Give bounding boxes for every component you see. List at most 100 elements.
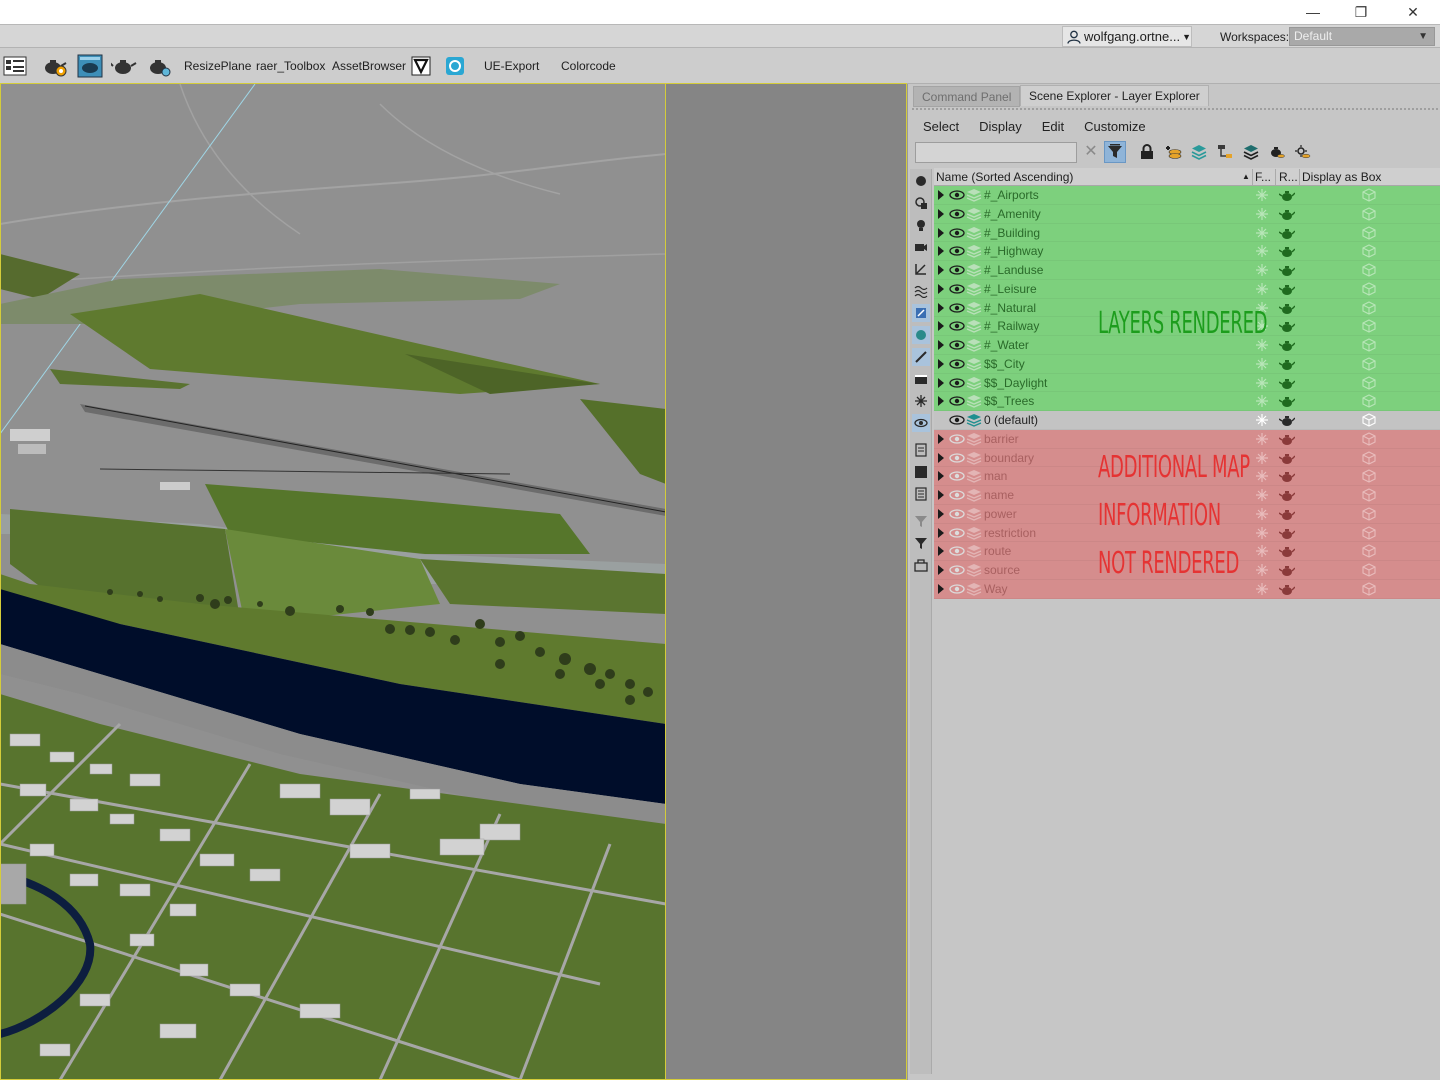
v-logo-icon[interactable]: [408, 53, 434, 79]
colorcode-button[interactable]: Colorcode: [561, 59, 616, 73]
geometry-filter-icon[interactable]: [912, 172, 930, 190]
minimize-button[interactable]: —: [1290, 0, 1336, 24]
layer-row[interactable]: #_Airports: [934, 186, 1440, 205]
layer-name[interactable]: barrier: [984, 432, 1019, 446]
layer-name[interactable]: #_Natural: [984, 301, 1036, 315]
layers-icon[interactable]: [1240, 141, 1262, 163]
visibility-eye-icon[interactable]: [949, 563, 965, 577]
expand-arrow-icon[interactable]: [938, 583, 944, 594]
render-toggle-icon[interactable]: [1278, 282, 1296, 296]
spacewarps-filter-icon[interactable]: [912, 282, 930, 300]
layer-row[interactable]: $$_Daylight: [934, 373, 1440, 393]
visibility-eye-icon[interactable]: [949, 338, 965, 352]
layer-name[interactable]: $$_Trees: [984, 394, 1034, 408]
display-as-box-icon[interactable]: [1362, 225, 1376, 240]
render-toggle-icon[interactable]: [1278, 432, 1296, 446]
expand-arrow-icon[interactable]: [938, 396, 944, 407]
layer-stack-icon[interactable]: [1188, 141, 1210, 163]
funnel-icon[interactable]: [912, 534, 930, 552]
visibility-eye-icon[interactable]: [949, 263, 965, 277]
freeze-toggle-icon[interactable]: [1255, 357, 1269, 371]
layer-name[interactable]: #_Highway: [984, 244, 1043, 258]
layer-row[interactable]: #_Highway: [934, 242, 1440, 261]
display-as-box-icon[interactable]: [1362, 375, 1376, 390]
layer-name[interactable]: route: [984, 544, 1011, 558]
ue-export-button[interactable]: UE-Export: [484, 59, 539, 73]
empty-viewport-area[interactable]: [666, 84, 906, 1080]
menu-customize[interactable]: Customize: [1074, 118, 1155, 136]
layer-name[interactable]: name: [984, 488, 1014, 502]
visibility-eye-icon[interactable]: [949, 488, 965, 502]
expand-arrow-icon[interactable]: [938, 190, 944, 200]
expand-arrow-icon[interactable]: [938, 471, 944, 482]
freeze-toggle-icon[interactable]: [1255, 582, 1269, 596]
display-as-box-icon[interactable]: [1362, 357, 1376, 371]
freeze-toggle-icon[interactable]: [1255, 469, 1269, 483]
layer-row[interactable]: Way: [934, 579, 1440, 599]
layer-name[interactable]: source: [984, 563, 1020, 577]
display-as-box-icon[interactable]: [1362, 207, 1376, 221]
expand-arrow-icon[interactable]: [938, 340, 944, 350]
display-as-box-icon[interactable]: [1362, 563, 1376, 577]
display-as-box-icon[interactable]: [1362, 263, 1376, 277]
render-toggle-icon[interactable]: [1278, 563, 1296, 577]
render-toggle-icon[interactable]: [1278, 582, 1296, 596]
funnel-settings-icon[interactable]: [912, 512, 930, 530]
layer-name[interactable]: #_Amenity: [984, 207, 1041, 221]
visibility-eye-icon[interactable]: [949, 207, 965, 221]
expand-arrow-icon[interactable]: [938, 527, 944, 538]
render-toggle-icon[interactable]: [1278, 263, 1296, 277]
layer-row[interactable]: #_Landuse: [934, 261, 1440, 280]
expand-arrow-icon[interactable]: [938, 358, 944, 369]
layer-row[interactable]: barrier: [934, 429, 1440, 449]
filter-icon[interactable]: [1104, 141, 1126, 163]
expand-arrow-icon[interactable]: [938, 265, 944, 275]
tab-scene-explorer[interactable]: Scene Explorer - Layer Explorer: [1020, 85, 1209, 106]
freeze-toggle-icon[interactable]: [1255, 226, 1269, 240]
render-toggle-icon[interactable]: [1278, 451, 1296, 465]
document-filter-icon[interactable]: [912, 441, 930, 459]
hidden-filter-icon[interactable]: [912, 414, 930, 432]
helpers-filter-icon[interactable]: [912, 260, 930, 278]
lights-filter-icon[interactable]: [912, 216, 930, 234]
layer-name[interactable]: restriction: [984, 526, 1036, 540]
teapot-settings-icon[interactable]: [42, 53, 68, 79]
layer-name[interactable]: power: [984, 507, 1017, 521]
display-as-box-icon[interactable]: [1362, 469, 1376, 483]
layer-name[interactable]: Way: [984, 582, 1008, 596]
display-as-box-icon[interactable]: [1362, 338, 1376, 352]
expand-arrow-icon[interactable]: [938, 508, 944, 519]
visibility-eye-icon[interactable]: [949, 319, 965, 333]
layout-icon[interactable]: [2, 53, 28, 79]
user-account-dropdown[interactable]: wolfgang.ortne... ▼: [1062, 26, 1192, 47]
list-filter-icon[interactable]: [912, 485, 930, 503]
expand-arrow-icon[interactable]: [938, 227, 944, 238]
layer-name[interactable]: man: [984, 469, 1007, 483]
expand-arrow-icon[interactable]: [938, 321, 944, 332]
expand-arrow-icon[interactable]: [938, 302, 944, 313]
render-toggle-icon[interactable]: [1278, 507, 1296, 521]
perspective-viewport[interactable]: [0, 84, 666, 1080]
menu-select[interactable]: Select: [913, 118, 969, 136]
menu-display[interactable]: Display: [969, 118, 1032, 136]
freeze-toggle-icon[interactable]: [1255, 188, 1269, 202]
freeze-toggle-icon[interactable]: [1255, 488, 1269, 502]
layer-name[interactable]: #_Airports: [984, 188, 1039, 202]
layer-row[interactable]: $$_Trees: [934, 392, 1440, 411]
render-toggle-icon[interactable]: [1278, 357, 1296, 371]
circle-logo-icon[interactable]: [442, 53, 468, 79]
freeze-toggle-icon[interactable]: [1255, 282, 1269, 296]
visibility-eye-icon[interactable]: [949, 394, 965, 408]
visibility-eye-icon[interactable]: [949, 357, 965, 371]
visibility-eye-icon[interactable]: [949, 582, 965, 596]
freeze-toggle-icon[interactable]: [1255, 526, 1269, 540]
expand-arrow-icon[interactable]: [938, 377, 944, 388]
expand-arrow-icon[interactable]: [938, 452, 944, 463]
render-toggle-icon[interactable]: [1278, 338, 1296, 352]
restore-button[interactable]: ❐: [1338, 0, 1384, 24]
render-toggle-icon[interactable]: [1278, 544, 1296, 558]
layer-name[interactable]: boundary: [984, 451, 1034, 465]
col-render[interactable]: R...: [1279, 170, 1298, 184]
display-as-box-icon[interactable]: [1362, 282, 1376, 296]
layer-name[interactable]: $$_City: [984, 357, 1025, 371]
